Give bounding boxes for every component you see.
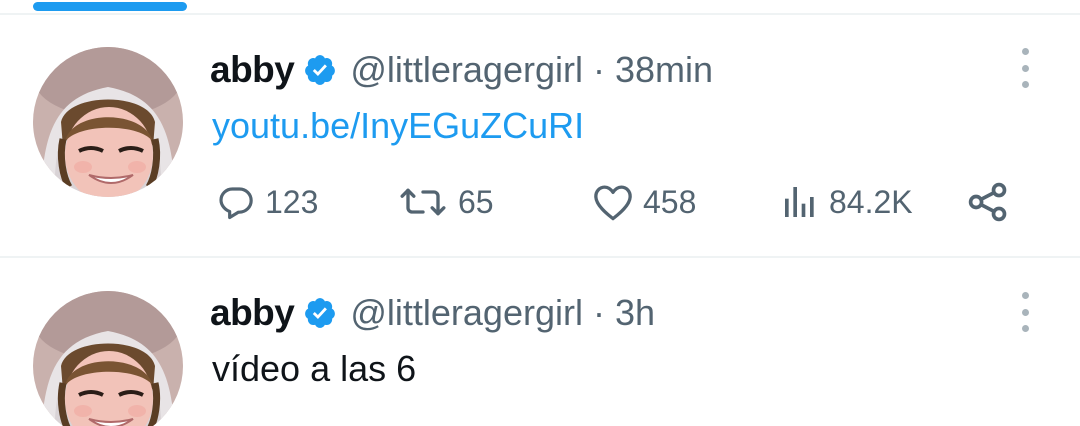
tweet-text: vídeo a las 6 bbox=[212, 348, 417, 389]
reply-button[interactable]: 123 bbox=[216, 178, 318, 226]
views-button[interactable]: 84.2K bbox=[780, 178, 913, 226]
tweet-link[interactable]: youtu.be/InyEGuZCuRI bbox=[212, 104, 584, 148]
separator-dot: · bbox=[592, 49, 605, 90]
separator-dot: · bbox=[592, 292, 605, 333]
heart-icon bbox=[594, 185, 632, 221]
retweet-icon bbox=[400, 188, 446, 216]
display-name[interactable]: abby bbox=[210, 292, 295, 334]
tweet-actions: 123 65 458 84.2K bbox=[0, 178, 1080, 226]
timestamp[interactable]: 3h bbox=[615, 292, 655, 334]
tweet[interactable]: abby @littleragergirl · 3h vídeo a las 6 bbox=[0, 258, 1080, 426]
share-icon bbox=[968, 182, 1007, 222]
tweet-header: abby @littleragergirl · 38min bbox=[210, 48, 713, 92]
verified-badge-icon bbox=[303, 53, 337, 87]
share-button[interactable] bbox=[966, 178, 1010, 226]
retweet-count: 65 bbox=[458, 183, 494, 220]
reply-count: 123 bbox=[265, 183, 319, 220]
timeline: abby @littleragergirl · 38min youtu.be/I… bbox=[0, 0, 1080, 426]
verified-badge-icon bbox=[303, 296, 337, 330]
active-tab-indicator bbox=[33, 2, 187, 11]
like-button[interactable]: 458 bbox=[592, 178, 696, 226]
avatar[interactable] bbox=[33, 47, 183, 197]
tweet-header: abby @littleragergirl · 3h bbox=[210, 291, 655, 335]
user-handle[interactable]: @littleragergirl bbox=[350, 292, 583, 334]
more-options-icon[interactable] bbox=[1018, 48, 1032, 88]
avatar-image bbox=[33, 291, 183, 426]
retweet-button[interactable]: 65 bbox=[397, 178, 494, 226]
tweet[interactable]: abby @littleragergirl · 38min youtu.be/I… bbox=[0, 15, 1080, 256]
timestamp[interactable]: 38min bbox=[615, 49, 713, 91]
like-count: 458 bbox=[643, 183, 697, 220]
user-handle[interactable]: @littleragergirl bbox=[350, 49, 583, 91]
view-count: 84.2K bbox=[829, 183, 913, 220]
reply-icon bbox=[219, 187, 253, 220]
more-options-icon[interactable] bbox=[1018, 292, 1032, 332]
avatar-image bbox=[33, 47, 183, 197]
display-name[interactable]: abby bbox=[210, 49, 295, 91]
avatar[interactable] bbox=[33, 291, 183, 426]
views-icon bbox=[785, 187, 814, 217]
